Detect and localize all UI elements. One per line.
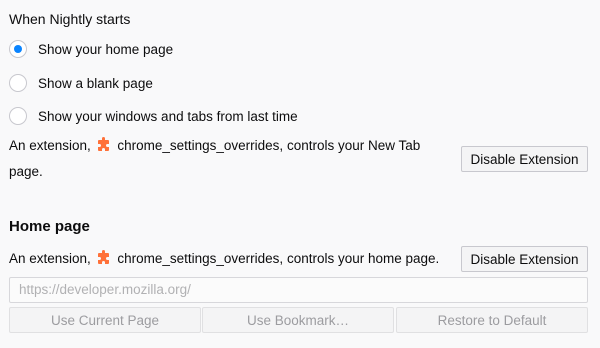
disable-extension-button-startup[interactable]: Disable Extension xyxy=(461,146,588,172)
radio-button-blank-page[interactable] xyxy=(9,74,27,92)
radio-option-home-page[interactable]: Show your home page xyxy=(9,38,173,60)
notice-prefix: An extension, xyxy=(9,138,91,153)
puzzle-extension-icon xyxy=(97,137,109,151)
radio-option-restore-session[interactable]: Show your windows and tabs from last tim… xyxy=(9,105,298,127)
home-page-title: Home page xyxy=(9,218,90,235)
radio-option-blank-page[interactable]: Show a blank page xyxy=(9,72,153,94)
radio-label-home-page: Show your home page xyxy=(38,41,174,57)
use-current-page-button[interactable]: Use Current Page xyxy=(9,307,201,333)
home-page-url-field[interactable]: https://developer.mozilla.org/ xyxy=(9,277,588,303)
home-extension-notice: An extension, chrome_settings_overrides,… xyxy=(9,246,459,272)
startup-heading: When Nightly starts xyxy=(9,11,131,27)
radio-button-home-page[interactable] xyxy=(9,40,27,58)
notice-suffix: controls your New Tab xyxy=(286,138,421,153)
radio-button-restore-session[interactable] xyxy=(9,107,27,125)
radio-label-blank-page: Show a blank page xyxy=(38,75,153,91)
notice-suffix-line2: page. xyxy=(9,164,43,179)
disable-extension-button-home[interactable]: Disable Extension xyxy=(461,246,588,272)
radio-label-restore-session: Show your windows and tabs from last tim… xyxy=(38,108,298,124)
notice-suffix: controls your home page. xyxy=(286,251,440,266)
puzzle-extension-icon xyxy=(97,250,109,264)
restore-default-button[interactable]: Restore to Default xyxy=(396,307,588,333)
startup-extension-notice: An extension, chrome_settings_overrides,… xyxy=(9,133,449,185)
use-bookmark-button[interactable]: Use Bookmark… xyxy=(202,307,394,333)
extension-name: chrome_settings_overrides, xyxy=(117,251,284,266)
notice-prefix: An extension, xyxy=(9,251,91,266)
extension-name: chrome_settings_overrides, xyxy=(117,138,284,153)
